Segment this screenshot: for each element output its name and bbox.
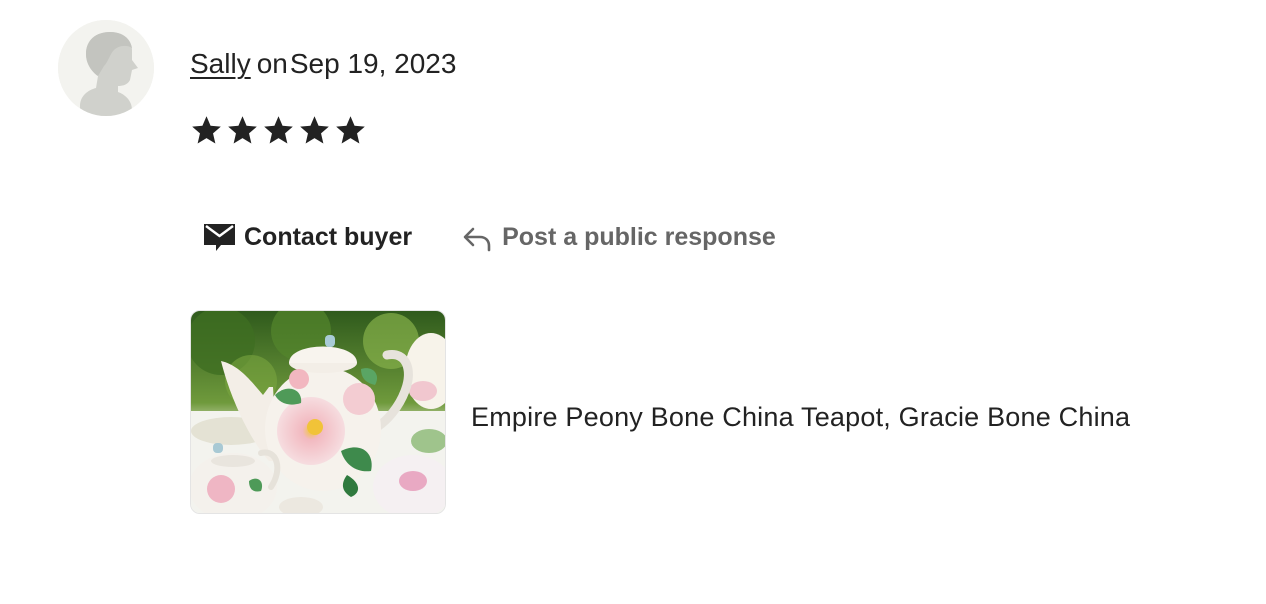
contact-buyer-button[interactable]: Contact buyer [203, 218, 412, 256]
reviewer-avatar[interactable] [58, 20, 154, 116]
star-icon [264, 116, 293, 144]
review-on-word: on [256, 48, 288, 79]
teapot-photo [191, 311, 445, 513]
reviewer-name-link[interactable]: Sally [190, 48, 251, 79]
review-header: Sally onSep 19, 2023 [190, 44, 456, 84]
listing-thumbnail[interactable] [190, 310, 446, 514]
post-public-response-button[interactable]: Post a public response [462, 218, 776, 256]
contact-buyer-label: Contact buyer [244, 223, 413, 251]
review-card: Sally onSep 19, 2023 Contact buyer Post a… [0, 0, 1266, 604]
review-actions: Contact buyer Post a public response [203, 218, 776, 256]
listing-title-link[interactable]: Empire Peony Bone China Teapot, Gracie B… [471, 398, 1130, 436]
envelope-icon [204, 224, 235, 251]
star-rating [190, 114, 367, 147]
review-date: Sep 19, 2023 [289, 48, 457, 79]
star-icon [336, 116, 365, 144]
post-public-response-label: Post a public response [502, 223, 776, 251]
star-icon [228, 116, 257, 144]
star-icon [192, 116, 221, 144]
default-avatar-icon [58, 20, 154, 116]
star-icon [300, 116, 329, 144]
reply-arrow-icon [463, 227, 491, 252]
